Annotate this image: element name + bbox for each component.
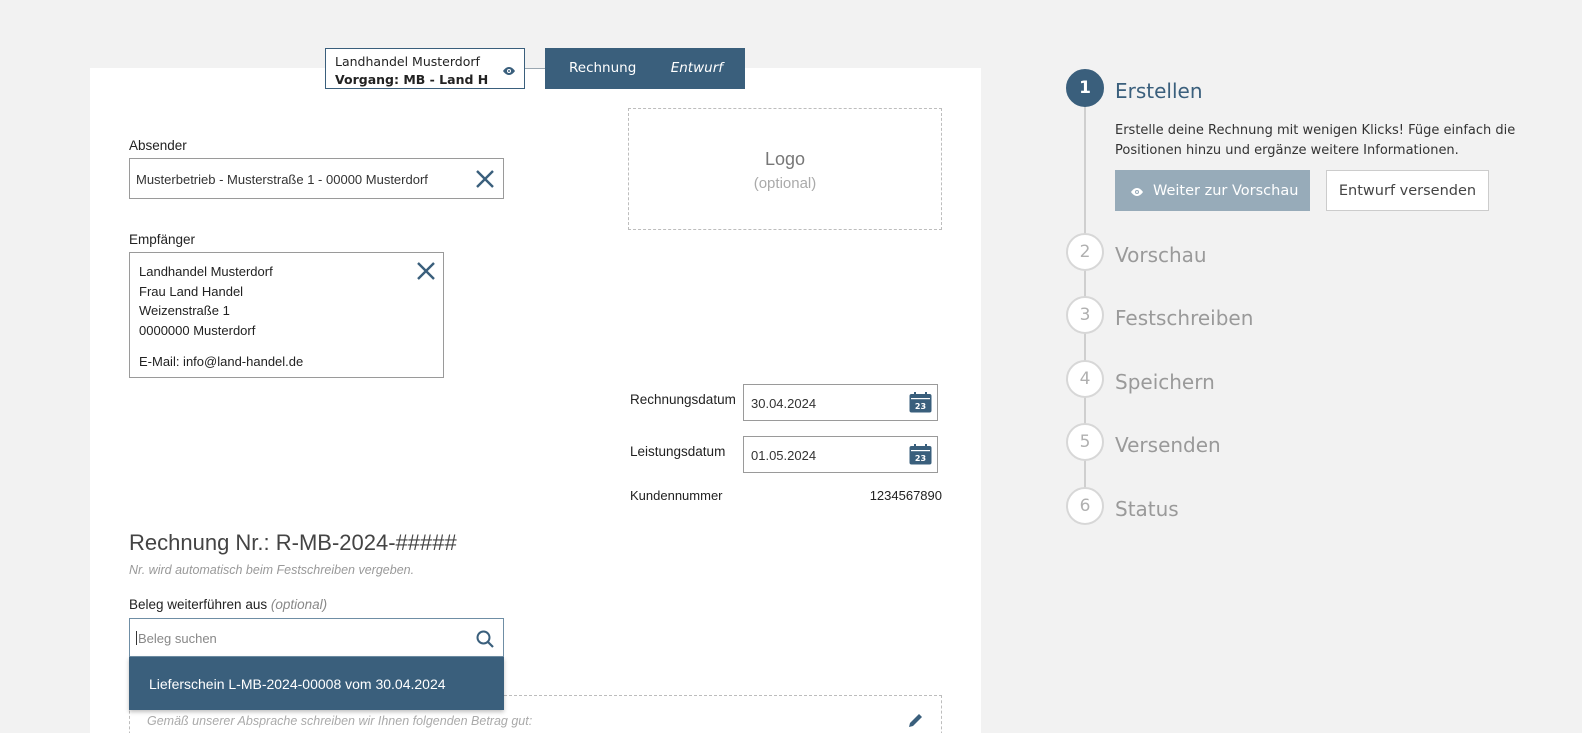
dropdown-option-delivery-note[interactable]: Lieferschein L-MB-2024-00008 vom 30.04.2… [129,657,504,710]
step-number-6[interactable]: 6 [1066,487,1104,525]
recipient-line: 0000000 Musterdorf [139,322,256,338]
logo-upload-area[interactable]: Logo (optional) [628,108,942,230]
invoice-date-value: 30.04.2024 [751,396,817,411]
step-label-create[interactable]: Erstellen [1115,79,1203,103]
service-date-value: 01.05.2024 [751,448,817,463]
service-date-label: Leistungsdatum [630,444,726,459]
continue-from-label: Beleg weiterführen aus (optional) [129,597,327,612]
sender-value: Musterbetrieb - Musterstraße 1 - 00000 M… [136,172,428,187]
preview-button-label: Weiter zur Vorschau [1153,182,1299,199]
recipient-line: Landhandel Musterdorf [139,264,273,279]
eye-icon[interactable] [502,63,516,81]
invoice-title: Rechnung Nr.: R-MB-2024-##### [129,530,457,555]
document-search-input[interactable]: Beleg suchen [129,618,504,657]
step-label-send[interactable]: Versenden [1115,433,1221,457]
text-caret [136,631,137,645]
sender-field[interactable]: Musterbetrieb - Musterstraße 1 - 00000 M… [129,158,504,199]
step-number-4[interactable]: 4 [1066,360,1104,398]
eye-icon [1130,185,1144,201]
pencil-icon[interactable] [907,711,925,733]
recipient-email: E-Mail: info@land-handel.de [139,354,304,369]
invoice-date-field[interactable]: 30.04.2024 23 [743,384,938,421]
logo-title: Logo [764,149,806,169]
step-description: Erstelle deine Rechnung mit wenigen Klic… [1115,123,1516,158]
intro-text-placeholder: Gemäß unserer Absprache schreiben wir Ih… [147,714,533,728]
recipient-label: Empfänger [129,232,196,247]
step-label-save[interactable]: Speichern [1115,370,1215,394]
step-label-preview[interactable]: Vorschau [1115,243,1207,267]
step-number-3[interactable]: 3 [1066,296,1104,334]
customer-name: Landhandel Musterdorf [335,54,480,69]
document-status: Entwurf [670,60,723,76]
svg-text:23: 23 [915,454,926,463]
chip-connector [525,68,545,69]
customer-number-value: 1234567890 [869,488,942,503]
customer-number-label: Kundennummer [630,488,723,503]
calendar-icon[interactable]: 23 [909,392,932,413]
clear-recipient-icon[interactable] [415,260,437,282]
customer-chip[interactable]: Landhandel Musterdorf Vorgang: MB - Land… [325,48,525,89]
send-draft-button[interactable]: Entwurf versenden [1326,170,1489,211]
invoice-number-note: Nr. wird automatisch beim Festschreiben … [129,563,415,577]
recipient-line: Weizenstraße 1 [139,303,230,318]
sender-label: Absender [129,138,187,153]
process-name: Vorgang: MB - Land H [335,72,489,87]
step-number-1[interactable]: 1 [1066,69,1104,107]
service-date-field[interactable]: 01.05.2024 23 [743,436,938,473]
continue-from-text: Beleg weiterführen aus [129,597,268,612]
preview-button[interactable]: Weiter zur Vorschau [1115,170,1310,211]
invoice-date-label: Rechnungsdatum [630,392,736,407]
calendar-icon[interactable]: 23 [909,444,932,465]
search-icon[interactable] [476,630,494,651]
document-type: Rechnung [569,60,637,76]
document-status-pill: Rechnung Entwurf [545,48,745,89]
logo-subtitle: (optional) [753,175,817,192]
recipient-field[interactable]: Landhandel Musterdorf Frau Land Handel W… [129,252,444,378]
continue-from-optional: (optional) [270,597,328,612]
step-label-status[interactable]: Status [1115,497,1179,521]
recipient-line: Frau Land Handel [139,283,244,299]
step-label-finalize[interactable]: Festschreiben [1115,306,1253,330]
svg-text:23: 23 [915,402,926,411]
document-search-placeholder: Beleg suchen [138,631,217,646]
clear-sender-icon[interactable] [474,168,496,190]
step-number-2[interactable]: 2 [1066,233,1104,271]
step-number-5[interactable]: 5 [1066,423,1104,461]
